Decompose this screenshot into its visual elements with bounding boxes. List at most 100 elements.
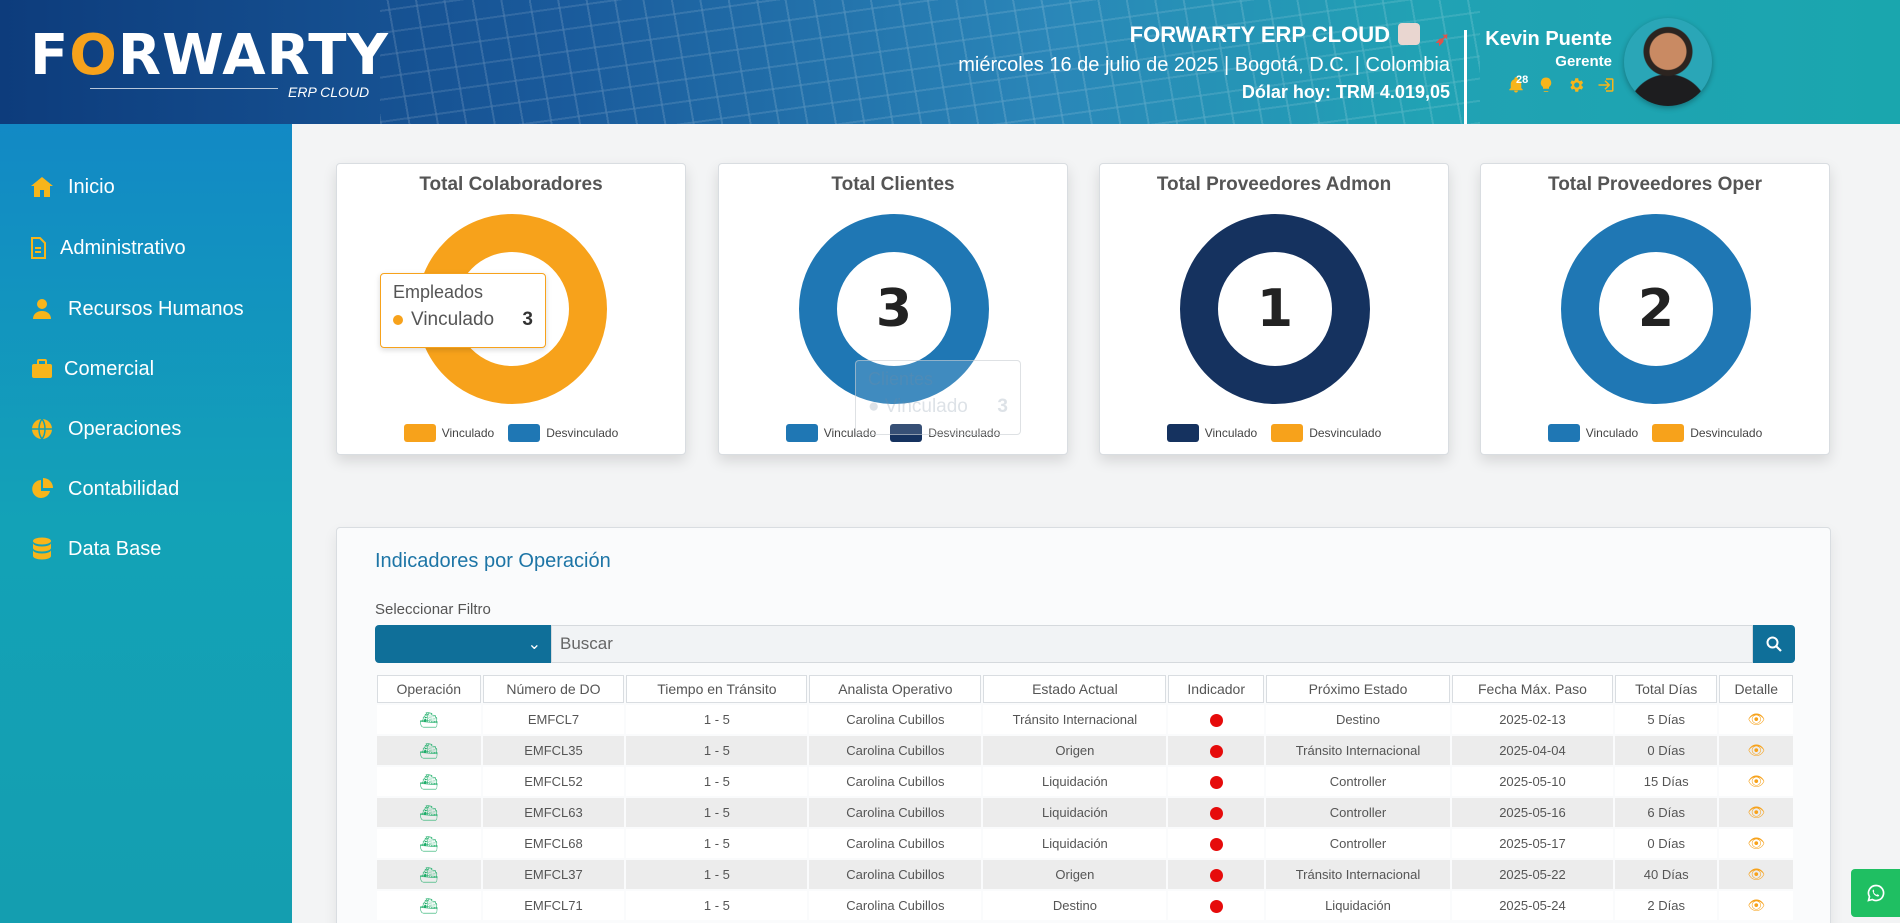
sidebar-item-data-base[interactable]: Data Base (28, 537, 161, 561)
ship-icon: ⛴ (419, 742, 439, 760)
cell-total-dias: 40 Días (1614, 860, 1718, 889)
column-header[interactable]: Detalle (1719, 675, 1793, 703)
cell-numero-do: EMFCL7 (482, 705, 625, 734)
astronaut-icon (1398, 23, 1420, 45)
column-header[interactable]: Total Días (1614, 675, 1718, 703)
logo-divider (90, 88, 278, 89)
cell-detalle: 👁 (1719, 705, 1793, 734)
column-header[interactable]: Número de DO (482, 675, 625, 703)
column-header[interactable]: Tiempo en Tránsito (626, 675, 808, 703)
eye-icon[interactable]: 👁 (1747, 711, 1765, 728)
header-date: miércoles 16 de julio de 2025 | Bogotá, … (958, 54, 1450, 76)
sidebar-item-comercial[interactable]: Comercial (28, 357, 154, 381)
gear-icon[interactable] (1566, 76, 1586, 96)
cell-fecha-max: 2025-04-04 (1452, 736, 1613, 765)
column-header[interactable]: Analista Operativo (809, 675, 982, 703)
legend-item-vinculado[interactable]: Vinculado (1166, 424, 1257, 442)
sidebar-item-administrativo[interactable]: Administrativo (28, 236, 186, 260)
header-dolar-rate: Dólar hoy: TRM 4.019,05 (1241, 82, 1450, 102)
rocket-icon: ➶ (1434, 29, 1450, 49)
cell-numero-do: EMFCL68 (482, 829, 625, 858)
lightbulb-icon[interactable] (1536, 76, 1556, 96)
filter-label: Seleccionar Filtro (375, 601, 491, 618)
cell-total-dias: 15 Días (1614, 767, 1718, 796)
cell-fecha-max: 2025-05-24 (1452, 891, 1613, 920)
tooltip-dot (393, 315, 403, 325)
ship-icon: ⛴ (419, 897, 439, 915)
app-logo[interactable]: FORWARTY ERP CLOUD (30, 26, 389, 101)
sidebar-item-inicio[interactable]: Inicio (28, 175, 115, 199)
cell-tiempo-transito: 1 - 5 (626, 798, 808, 827)
chart-tooltip: Empleados Vinculado 3 (380, 273, 546, 348)
briefcase-icon (28, 357, 56, 381)
table-header-row: Operación Número de DO Tiempo en Tránsit… (377, 675, 1793, 703)
tooltip-title: Empleados (393, 282, 484, 302)
home-icon (28, 175, 56, 199)
eye-icon[interactable]: 👁 (1747, 804, 1765, 821)
sidebar-item-recursos-humanos[interactable]: Recursos Humanos (28, 297, 244, 321)
cell-indicador (1168, 891, 1264, 920)
cell-estado-actual: Destino (983, 891, 1167, 920)
legend-item-vinculado[interactable]: Vinculado (403, 424, 494, 442)
tooltip-value: 3 (997, 396, 1008, 417)
logout-icon[interactable] (1596, 76, 1616, 96)
column-header[interactable]: Estado Actual (983, 675, 1167, 703)
eye-icon[interactable]: 👁 (1747, 866, 1765, 883)
sidebar-item-contabilidad[interactable]: Contabilidad (28, 477, 179, 501)
indicator-red-dot (1209, 714, 1223, 728)
legend-swatch (1271, 424, 1304, 442)
legend-item-desvinculado[interactable]: Desvinculado (1652, 424, 1762, 442)
ship-icon: ⛴ (419, 773, 439, 791)
bell-icon[interactable]: 28 (1506, 74, 1528, 96)
eye-icon[interactable]: 👁 (1747, 773, 1765, 790)
cell-indicador (1168, 705, 1264, 734)
legend-item-desvinculado[interactable]: Desvinculado (1271, 424, 1381, 442)
cell-analista: Carolina Cubillos (809, 767, 982, 796)
cell-fecha-max: 2025-05-10 (1452, 767, 1613, 796)
cell-operacion: ⛴ (377, 736, 481, 765)
indicator-red-dot (1209, 838, 1223, 852)
column-header[interactable]: Operación (377, 675, 481, 703)
card-title: Total Proveedores Admon (1156, 174, 1392, 195)
search-button[interactable] (1753, 625, 1795, 663)
legend-swatch (403, 424, 436, 442)
legend-swatch (1166, 424, 1199, 442)
sidebar-item-label: Recursos Humanos (68, 297, 244, 320)
column-header[interactable]: Fecha Máx. Paso (1452, 675, 1613, 703)
chart-tooltip-faded: Clientes ● Vinculado 3 (855, 360, 1021, 435)
cell-detalle: 👁 (1719, 891, 1793, 920)
cell-proximo-estado: Controller (1265, 798, 1450, 827)
cell-tiempo-transito: 1 - 5 (626, 860, 808, 889)
cell-analista: Carolina Cubillos (809, 705, 982, 734)
eye-icon[interactable]: 👁 (1747, 835, 1765, 852)
column-header[interactable]: Próximo Estado (1265, 675, 1450, 703)
tooltip-title: Clientes (868, 369, 934, 389)
filter-select[interactable]: ⌄ (375, 625, 551, 663)
sidebar-item-operaciones[interactable]: Operaciones (28, 417, 181, 441)
legend-swatch (1652, 424, 1685, 442)
avatar[interactable] (1624, 18, 1712, 106)
chart-legend: Vinculado Desvinculado (1100, 424, 1448, 442)
column-header[interactable]: Indicador (1168, 675, 1264, 703)
search-icon (1766, 636, 1782, 652)
cell-indicador (1168, 860, 1264, 889)
pie-chart-icon (28, 477, 56, 501)
header-info: FORWARTY ERP CLOUD ➶ miércoles 16 de juli… (958, 20, 1450, 104)
whatsapp-button[interactable] (1851, 869, 1900, 917)
table-row: ⛴ EMFCL37 1 - 5 Carolina Cubillos Origen Trán… (377, 860, 1793, 889)
search-input[interactable] (551, 625, 1753, 663)
header-title: FORWARTY ERP CLOUD ➶ (1129, 22, 1450, 49)
legend-item-desvinculado[interactable]: Desvinculado (508, 424, 618, 442)
sidebar-item-label: Contabilidad (68, 477, 180, 500)
eye-icon[interactable]: 👁 (1747, 742, 1765, 759)
cell-indicador (1168, 798, 1264, 827)
cell-operacion: ⛴ (377, 798, 481, 827)
cell-proximo-estado: Tránsito Internacional (1265, 736, 1450, 765)
table-row: ⛴ EMFCL35 1 - 5 Carolina Cubillos Origen Trán… (377, 736, 1793, 765)
user-name: Kevin Puente (1485, 28, 1612, 50)
card-title: Total Clientes (831, 174, 955, 195)
legend-item-vinculado[interactable]: Vinculado (1547, 424, 1638, 442)
app-header: FORWARTY ERP CLOUD FORWARTY ERP CLOUD ➶ m… (0, 0, 1900, 124)
eye-icon[interactable]: 👁 (1747, 897, 1765, 914)
indicator-red-dot (1209, 745, 1223, 759)
